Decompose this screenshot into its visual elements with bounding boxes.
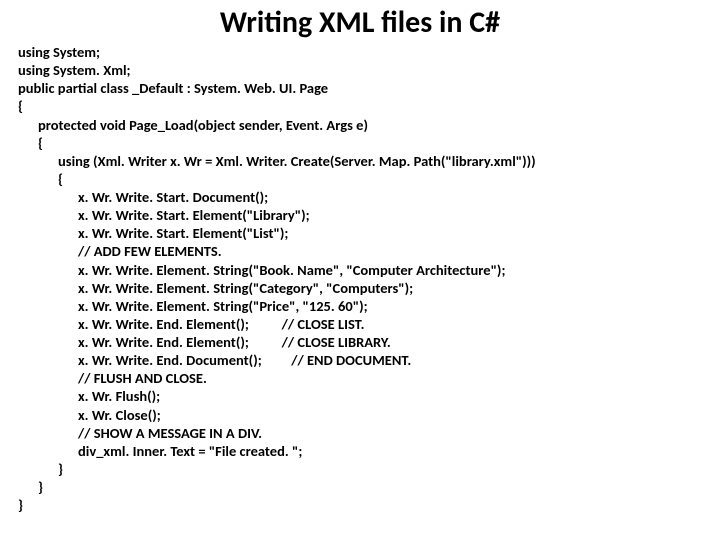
code-line: using (Xml. Writer x. Wr = Xml. Writer. … [18, 152, 702, 170]
code-line: x. Wr. Write. Start. Document(); [18, 188, 702, 206]
code-line: div_xml. Inner. Text = "File created. "; [18, 442, 702, 460]
code-line: using System; [18, 43, 702, 61]
code-line: x. Wr. Write. Start. Element("List"); [18, 224, 702, 242]
code-line: { [18, 170, 702, 188]
code-line: // SHOW A MESSAGE IN A DIV. [18, 424, 702, 442]
code-line: protected void Page_Load(object sender, … [18, 116, 702, 134]
code-line: x. Wr. Write. Element. String("Price", "… [18, 297, 702, 315]
code-line: x. Wr. Write. End. Element(); // CLOSE L… [18, 315, 702, 333]
code-line: } [18, 478, 702, 496]
code-line: x. Wr. Write. Element. String("Book. Nam… [18, 261, 702, 279]
code-line: { [18, 97, 702, 115]
slide-title: Writing XML files in C# [18, 4, 702, 41]
code-line: { [18, 134, 702, 152]
code-line: } [18, 460, 702, 478]
code-line: // FLUSH AND CLOSE. [18, 369, 702, 387]
code-line: } [18, 496, 702, 514]
code-line: x. Wr. Write. Start. Element("Library"); [18, 206, 702, 224]
code-line: x. Wr. Write. Element. String("Category"… [18, 279, 702, 297]
code-line: x. Wr. Write. End. Element(); // CLOSE L… [18, 333, 702, 351]
code-line: x. Wr. Close(); [18, 406, 702, 424]
code-line: public partial class _Default : System. … [18, 79, 702, 97]
code-line: using System. Xml; [18, 61, 702, 79]
code-line: x. Wr. Write. End. Document(); // END DO… [18, 351, 702, 369]
slide: Writing XML files in C# using System;usi… [0, 0, 720, 518]
code-line: // ADD FEW ELEMENTS. [18, 242, 702, 260]
code-block: using System;using System. Xml;public pa… [18, 43, 702, 514]
code-line: x. Wr. Flush(); [18, 387, 702, 405]
